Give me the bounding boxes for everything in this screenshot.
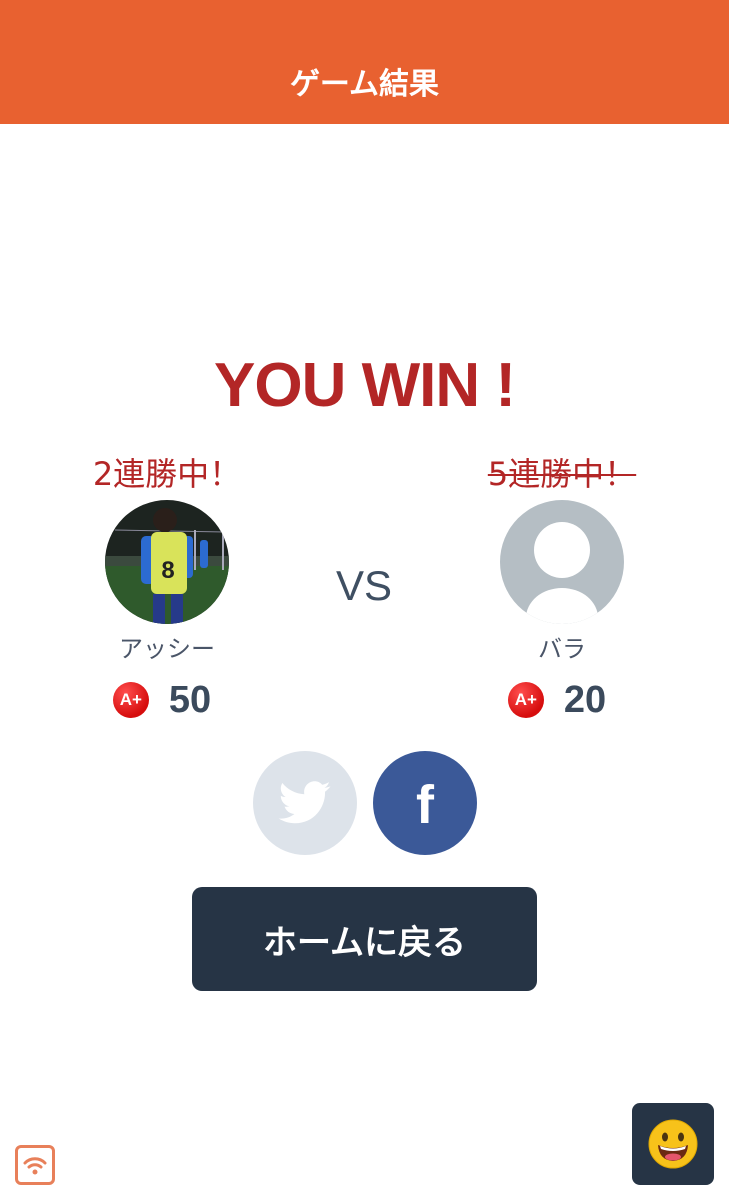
rank-badge: A+ [507,682,544,718]
player-photo: 8 [105,500,229,624]
score-row: A+ 20 [432,678,692,722]
score-row: A+ 50 [37,678,297,722]
avatar[interactable]: 8 [105,500,229,624]
win-streak-label: 2連勝中！ [92,455,242,493]
twitter-bird-icon [278,781,331,824]
player-score: 20 [563,678,607,721]
facebook-icon: f [416,775,434,835]
page-title: ゲーム結果 [289,67,440,102]
rank-badge: A+ [112,682,149,718]
win-streak-label-struck: 5連勝中！ [487,455,637,493]
player-card-self: 2連勝中！ 8 アッシー A+ 50 [37,452,297,722]
svg-text:8: 8 [161,557,174,584]
chat-button[interactable] [632,1103,714,1185]
avatar[interactable] [500,500,624,624]
header-bar: ゲーム結果 [0,0,729,124]
wifi-icon [23,1157,47,1175]
player-score: 50 [168,678,212,721]
back-to-home-button[interactable]: ホームに戻る [192,887,537,991]
twitter-share-button[interactable] [253,751,357,855]
connection-button[interactable] [15,1145,55,1185]
default-user-icon [500,500,624,624]
grinning-face-icon [648,1119,698,1169]
player-card-opponent: 5連勝中！ バラ A+ 20 [432,452,692,722]
facebook-share-button[interactable]: f [373,751,477,855]
player-name: バラ [538,635,586,663]
result-text: YOU WIN ! [214,351,516,420]
vs-label: VS [335,562,393,609]
player-name: アッシー [119,635,215,663]
